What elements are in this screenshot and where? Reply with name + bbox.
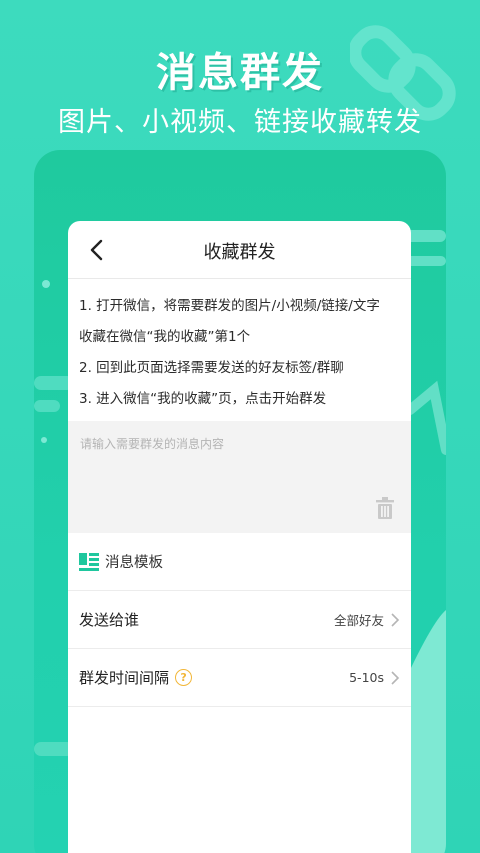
instruction-line: 收藏在微信“我的收藏”第1个 xyxy=(79,329,251,345)
recipients-row[interactable]: 发送给谁 全部好友 xyxy=(68,591,411,649)
message-input-area xyxy=(68,421,411,533)
interval-value: 5-10s xyxy=(349,670,384,685)
template-label: 消息模板 xyxy=(105,555,163,571)
template-icon xyxy=(79,552,99,571)
recipients-label: 发送给谁 xyxy=(79,611,140,629)
chevron-right-icon xyxy=(391,670,400,685)
instruction-line: 3. 进入微信“我的收藏”页，点击开始群发 xyxy=(79,391,327,407)
chevron-right-icon xyxy=(391,612,400,627)
hero-subtitle: 图片、小视频、链接收藏转发 xyxy=(58,107,422,138)
collect-broadcast-card: 收藏群发 1. 打开微信，将需要群发的图片/小视频/链接/文字 收藏在微信“我的… xyxy=(68,221,411,853)
message-template-button[interactable]: 消息模板 xyxy=(68,533,411,591)
interval-label: 群发时间间隔 xyxy=(79,669,170,687)
hero-title: 消息群发 xyxy=(156,50,324,96)
instruction-line: 2. 回到此页面选择需要发送的好友标签/群聊 xyxy=(79,360,344,376)
page-title: 收藏群发 xyxy=(203,242,276,263)
instruction-line: 1. 打开微信，将需要群发的图片/小视频/链接/文字 xyxy=(79,298,380,314)
instructions: 1. 打开微信，将需要群发的图片/小视频/链接/文字 收藏在微信“我的收藏”第1… xyxy=(68,279,411,415)
trash-icon[interactable] xyxy=(375,497,395,519)
nav-bar: 收藏群发 xyxy=(68,221,411,279)
question-icon[interactable]: ? xyxy=(175,669,193,686)
message-input[interactable] xyxy=(68,421,411,533)
recipients-value: 全部好友 xyxy=(333,613,384,628)
interval-row[interactable]: 群发时间间隔 ? 5-10s xyxy=(68,649,411,707)
